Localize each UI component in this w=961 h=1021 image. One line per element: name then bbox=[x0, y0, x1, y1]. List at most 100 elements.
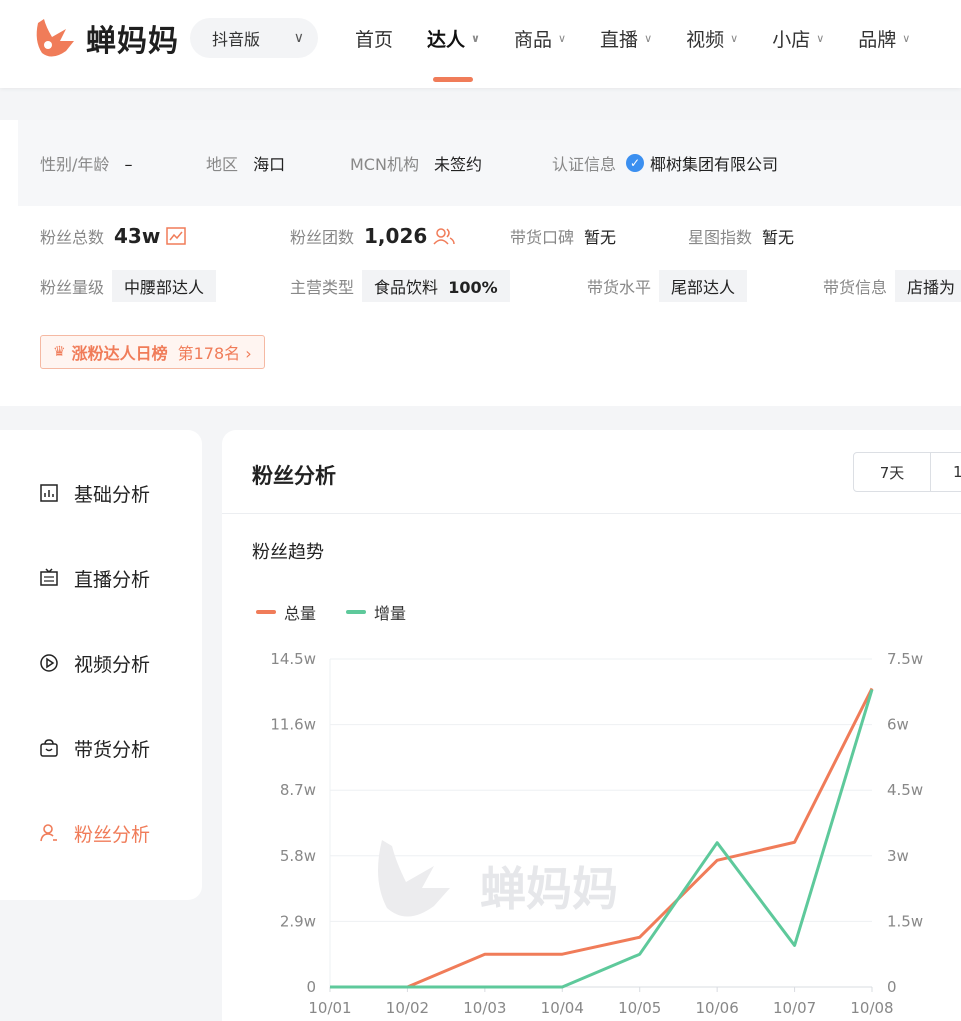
nav-item-label: 商品 bbox=[513, 28, 552, 51]
y-left-tick: 5.8w bbox=[280, 847, 316, 865]
profile-panel: 性别/年龄 – 地区 海口 MCN机构 未签约 认证信息 ✓ 椰树集团有限公司 … bbox=[0, 120, 961, 406]
y-left-tick: 11.6w bbox=[270, 716, 316, 734]
x-tick: 10/08 bbox=[850, 999, 893, 1017]
x-tick: 10/07 bbox=[773, 999, 816, 1017]
range-next-button[interactable]: 1 bbox=[931, 452, 961, 492]
user-icon bbox=[38, 822, 60, 844]
users-icon bbox=[433, 228, 456, 245]
fans-total: 粉丝总数 43w bbox=[40, 224, 280, 248]
nav-item-label: 视频 bbox=[686, 28, 725, 51]
x-tick: 10/06 bbox=[696, 999, 739, 1017]
crown-icon: ♛ bbox=[53, 344, 66, 360]
chevron-down-icon: ∨ bbox=[902, 31, 911, 45]
rank-badge[interactable]: ♛ 涨粉达人日榜 第178名 › bbox=[40, 335, 265, 369]
side-item-label: 带货分析 bbox=[74, 738, 151, 761]
y-left-tick: 0 bbox=[306, 978, 316, 996]
side-item-label: 视频分析 bbox=[74, 653, 151, 676]
y-left-tick: 14.5w bbox=[270, 650, 316, 668]
chart-legend: 总量 增量 bbox=[256, 600, 436, 624]
y-right-tick: 1.5w bbox=[887, 912, 923, 930]
x-tick: 10/03 bbox=[463, 999, 506, 1017]
trend-icon[interactable] bbox=[166, 227, 187, 245]
side-item-2[interactable]: 视频分析 bbox=[38, 648, 150, 678]
nav-item-label: 直播 bbox=[600, 28, 639, 51]
version-label: 抖音版 bbox=[212, 30, 261, 49]
fans-trend-chart: 0 2.9w 5.8w 8.7w 11.6w 14.5w 0 1.5w 3w 4.5w 6w 7.5w… bbox=[270, 650, 923, 1017]
side-item-0[interactable]: 基础分析 bbox=[38, 478, 150, 508]
nav-item-1[interactable]: 达人 ∨ bbox=[427, 0, 480, 82]
x-tick: 10/01 bbox=[308, 999, 351, 1017]
star-index: 星图指数 暂无 bbox=[688, 228, 795, 247]
x-tick: 10/05 bbox=[618, 999, 661, 1017]
series-line-1 bbox=[330, 689, 874, 989]
nav-item-label: 达人 bbox=[427, 28, 466, 51]
fans-analysis-card: 粉丝分析 7天 1 粉丝趋势 总量 增量 0 2.9w 5.8w 8.7w 11.6w 14… bbox=[222, 430, 961, 1021]
chevron-down-icon: ∨ bbox=[471, 31, 480, 45]
side-item-label: 直播分析 bbox=[74, 568, 151, 591]
watermark-text: 蝉妈妈 bbox=[480, 862, 618, 916]
legend-swatch bbox=[346, 610, 367, 614]
reputation: 带货口碑 暂无 bbox=[510, 228, 617, 247]
sales-info: 带货信息 店播为 bbox=[823, 270, 961, 302]
nav-item-label: 首页 bbox=[355, 28, 394, 51]
region: 地区 海口 bbox=[206, 155, 286, 174]
nav-item-2[interactable]: 商品 ∨ bbox=[514, 0, 566, 76]
x-tick: 10/04 bbox=[541, 999, 584, 1017]
bar-chart-icon bbox=[38, 482, 60, 504]
y-right-tick: 3w bbox=[887, 847, 909, 865]
divider bbox=[222, 513, 961, 514]
series-line-0 bbox=[330, 687, 874, 989]
side-item-label: 基础分析 bbox=[74, 483, 151, 506]
chart-subtitle: 粉丝趋势 bbox=[252, 542, 324, 563]
live-icon bbox=[38, 567, 60, 589]
info-bar: 性别/年龄 – 地区 海口 MCN机构 未签约 认证信息 ✓ 椰树集团有限公司 bbox=[18, 120, 961, 206]
chevron-down-icon: ∨ bbox=[293, 30, 304, 46]
chevron-down-icon: ∨ bbox=[816, 31, 825, 45]
range-7d-button[interactable]: 7天 bbox=[853, 452, 931, 492]
chevron-down-icon: ∨ bbox=[730, 31, 739, 45]
sales-level: 带货水平 尾部达人 bbox=[587, 270, 827, 302]
legend-label: 增量 bbox=[374, 604, 407, 623]
nav-item-3[interactable]: 直播 ∨ bbox=[600, 0, 652, 76]
play-icon bbox=[38, 652, 60, 674]
x-tick: 10/02 bbox=[386, 999, 429, 1017]
y-left-tick: 8.7w bbox=[280, 781, 316, 799]
side-item-1[interactable]: 直播分析 bbox=[38, 563, 150, 593]
side-item-3[interactable]: 带货分析 bbox=[38, 733, 150, 763]
y-right-tick: 6w bbox=[887, 716, 909, 734]
legend-swatch bbox=[256, 610, 276, 614]
range-selector: 7天 1 bbox=[853, 452, 961, 492]
nav-item-label: 品牌 bbox=[858, 28, 897, 51]
mcn: MCN机构 未签约 bbox=[350, 155, 483, 174]
legend-item-1[interactable]: 增量 bbox=[346, 600, 406, 624]
legend-item-0[interactable]: 总量 bbox=[256, 600, 316, 624]
legend-label: 总量 bbox=[284, 604, 317, 623]
watermark-logo-icon bbox=[378, 840, 450, 917]
version-select[interactable]: 抖音版 ∨ bbox=[190, 18, 318, 58]
y-right-tick: 7.5w bbox=[887, 650, 923, 668]
logo[interactable]: 蝉妈妈 bbox=[30, 14, 179, 62]
card-title: 粉丝分析 bbox=[252, 464, 336, 488]
y-right-tick: 4.5w bbox=[887, 781, 923, 799]
main-menu: 首页 达人 ∨ 商品 ∨ 直播 ∨ 视频 ∨ 小店 ∨ 品牌 ∨ bbox=[355, 0, 944, 88]
logo-text: 蝉妈妈 bbox=[86, 24, 179, 59]
nav-item-6[interactable]: 品牌 ∨ bbox=[858, 0, 910, 76]
nav-item-5[interactable]: 小店 ∨ bbox=[772, 0, 824, 76]
category: 主营类型 食品饮料 100% bbox=[290, 270, 590, 302]
logo-icon bbox=[36, 19, 74, 57]
side-item-4[interactable]: 粉丝分析 bbox=[38, 818, 150, 848]
certification: 认证信息 ✓ 椰树集团有限公司 bbox=[552, 154, 779, 174]
y-left-tick: 2.9w bbox=[280, 912, 316, 930]
nav-item-0[interactable]: 首页 bbox=[355, 0, 393, 76]
side-menu: 基础分析直播分析视频分析带货分析粉丝分析 bbox=[0, 430, 202, 900]
fans-group: 粉丝团数 1,026 bbox=[290, 224, 510, 248]
fans-level: 粉丝量级 中腰部达人 bbox=[40, 270, 280, 302]
chevron-down-icon: ∨ bbox=[644, 31, 653, 45]
gender-age: 性别/年龄 – bbox=[40, 155, 133, 174]
nav-item-4[interactable]: 视频 ∨ bbox=[686, 0, 738, 76]
top-nav: 蝉妈妈 抖音版 ∨ 首页 达人 ∨ 商品 ∨ 直播 ∨ 视频 ∨ 小店 ∨ 品牌 ∨ bbox=[0, 0, 961, 88]
side-item-label: 粉丝分析 bbox=[74, 823, 151, 846]
y-right-tick: 0 bbox=[887, 978, 897, 996]
shopping-bag-icon bbox=[38, 737, 60, 759]
verified-icon: ✓ bbox=[626, 154, 645, 172]
